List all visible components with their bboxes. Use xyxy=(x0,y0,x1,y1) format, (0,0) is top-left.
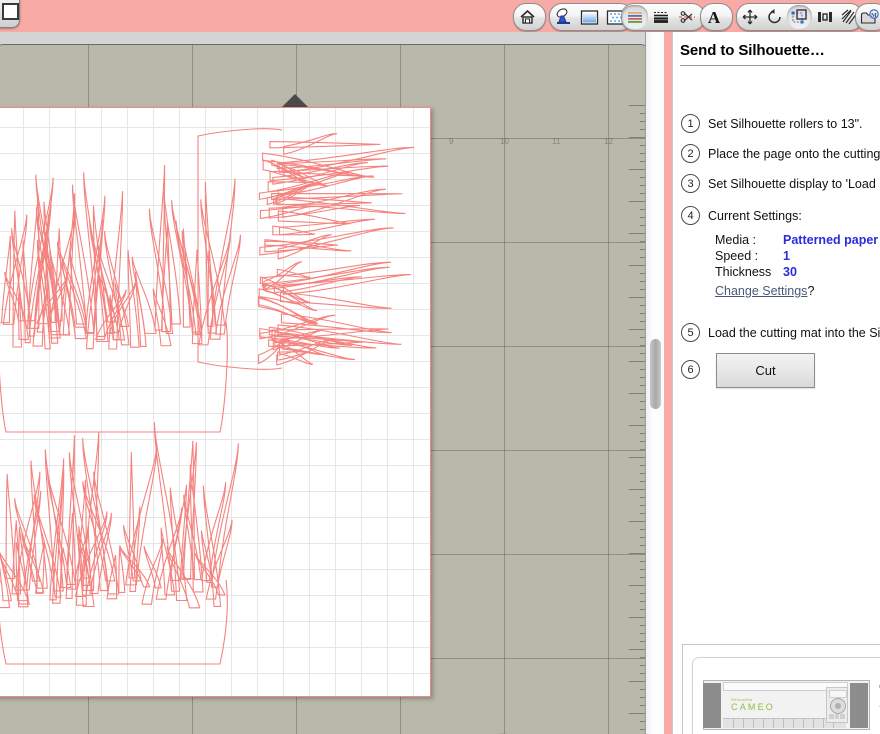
change-settings-suffix: ? xyxy=(807,284,815,298)
device-brand-large: CAMEO xyxy=(731,702,776,712)
grass-blade xyxy=(12,210,23,348)
step-4: 4 Current Settings: xyxy=(681,206,802,225)
square-icon xyxy=(2,3,19,20)
send-to-silhouette-panel: Send to Silhouette… 1 Set Silhouette roll… xyxy=(672,32,880,734)
scale-icon[interactable] xyxy=(787,5,812,29)
canvas-workspace[interactable]: 9 10 11 12 S silhouette xyxy=(0,32,666,734)
change-settings-row: Change Settings? xyxy=(715,284,814,298)
change-settings-link[interactable]: Change Settings xyxy=(715,284,807,298)
step-text: Current Settings: xyxy=(708,208,802,223)
step-2: 2 Place the page onto the cutting mat. xyxy=(681,144,880,163)
line-style-icon[interactable] xyxy=(648,5,674,29)
current-settings-list: Media : Patterned paper Speed : 1 Thicknes… xyxy=(715,232,878,280)
line-group xyxy=(621,3,705,31)
step-number: 3 xyxy=(681,174,700,193)
send-group: M xyxy=(855,3,880,31)
home-group xyxy=(513,3,546,31)
cut-button[interactable]: Cut xyxy=(716,353,815,388)
ruler-number: 9 xyxy=(449,137,454,146)
cameo-device-illustration: Silhouette CAMEO xyxy=(703,680,870,730)
grass-blade xyxy=(264,283,318,312)
device-preview: Silhouette CAMEO CAMEO Silhouette CAMEO xyxy=(692,657,880,734)
grass-blade xyxy=(106,554,118,600)
transform-group xyxy=(736,3,863,31)
line-color-icon[interactable] xyxy=(622,5,648,29)
device-keys xyxy=(829,714,846,719)
step-text: Set Silhouette display to 'Load Cutting … xyxy=(708,176,880,191)
scrollbar-thumb[interactable] xyxy=(650,339,661,409)
panel-title-divider xyxy=(680,65,880,66)
panel-title: Send to Silhouette… xyxy=(680,42,825,59)
home-icon[interactable] xyxy=(514,5,540,29)
text-A-icon[interactable]: A xyxy=(701,5,727,29)
cut-style-scissors-icon[interactable] xyxy=(674,5,700,29)
grass-blade xyxy=(269,141,381,149)
step-number: 4 xyxy=(681,206,700,225)
step-5: 5 Load the cutting mat into the Silhouett… xyxy=(681,323,880,342)
step-number: 1 xyxy=(681,114,700,133)
step-1: 1 Set Silhouette rollers to 13". xyxy=(681,114,863,133)
setting-row-media: Media : Patterned paper xyxy=(715,232,878,248)
step-text: Set Silhouette rollers to 13". xyxy=(708,116,863,131)
vertical-scrollbar[interactable] xyxy=(645,32,665,734)
device-dial-icon xyxy=(830,698,846,714)
step-3: 3 Set Silhouette display to 'Load Cutting… xyxy=(681,174,880,193)
design-page[interactable] xyxy=(0,107,431,697)
ruler-number: 11 xyxy=(552,137,561,146)
step-6: 6 xyxy=(681,360,700,379)
grass-blade xyxy=(209,178,236,340)
device-right-cap xyxy=(850,683,868,728)
setting-row-thickness: Thickness 30 xyxy=(715,264,878,280)
svg-text:M: M xyxy=(871,13,877,19)
setting-value: Patterned paper xyxy=(783,233,879,247)
setting-value: 1 xyxy=(783,249,790,263)
setting-label: Media : xyxy=(715,233,756,247)
step-number: 6 xyxy=(681,360,700,379)
gradient-fill-icon[interactable] xyxy=(576,5,602,29)
ruler-number: 10 xyxy=(500,137,509,146)
device-left-cap xyxy=(703,683,721,728)
setting-label: Thickness xyxy=(715,265,772,279)
step-text: Load the cutting mat into the Silhouette… xyxy=(708,325,880,340)
grass-design-rotated xyxy=(197,128,415,370)
step-number: 2 xyxy=(681,144,700,163)
ruler-number: 12 xyxy=(604,137,613,146)
step-number: 5 xyxy=(681,323,700,342)
text-group: A xyxy=(700,3,733,31)
fill-bucket-icon[interactable] xyxy=(550,5,576,29)
window-control-button[interactable] xyxy=(0,0,20,28)
send-to-silhouette-icon[interactable]: M xyxy=(856,5,880,29)
setting-value: 30 xyxy=(783,265,797,279)
cutting-mat: 9 10 11 12 S silhouette xyxy=(0,45,651,734)
cutting-mat-container: 9 10 11 12 S silhouette xyxy=(0,44,652,734)
main-toolbar: A M xyxy=(0,0,880,32)
move-arrows-icon[interactable] xyxy=(737,5,762,29)
device-screen xyxy=(829,690,847,698)
device-card: Silhouette CAMEO CAMEO Silhouette CAMEO xyxy=(682,644,880,734)
grass-blade xyxy=(283,133,338,155)
grass-design-artwork[interactable] xyxy=(0,108,430,696)
grass-blade xyxy=(131,256,157,334)
align-icon[interactable] xyxy=(812,5,837,29)
grass-blade xyxy=(261,261,392,287)
step-text: Place the page onto the cutting mat. xyxy=(708,146,880,161)
window-edge-strip xyxy=(664,32,672,734)
device-control-panel xyxy=(826,687,848,723)
setting-label: Speed : xyxy=(715,249,759,263)
setting-row-speed: Speed : 1 xyxy=(715,248,878,264)
rotate-icon[interactable] xyxy=(762,5,787,29)
